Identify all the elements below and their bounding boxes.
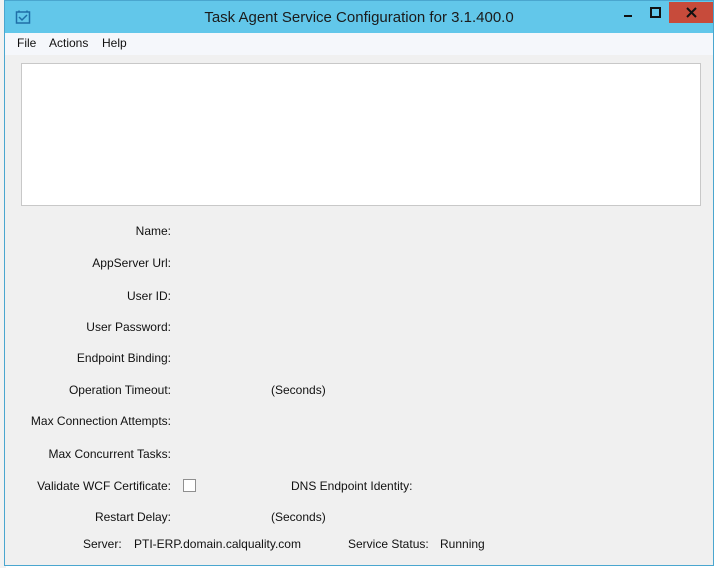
config-window: Task Agent Service Configuration for 3.1…	[4, 0, 714, 566]
menu-bar: File Actions Help	[5, 33, 713, 55]
service-status-value: Running	[440, 537, 485, 551]
user-password-label: User Password:	[86, 320, 171, 334]
user-id-label: User ID:	[126, 289, 171, 303]
appserver-url-label: AppServer Url:	[92, 256, 171, 270]
max-connection-attempts-label: Max Connection Attempts:	[30, 414, 171, 428]
operation-timeout-unit: (Seconds)	[271, 383, 326, 397]
maximize-icon	[649, 7, 661, 18]
name-label: Name:	[135, 224, 171, 238]
service-status-label: Service Status:	[348, 537, 429, 551]
menu-help[interactable]: Help	[100, 36, 129, 50]
menu-actions[interactable]: Actions	[47, 36, 90, 50]
operation-timeout-label: Operation Timeout:	[68, 383, 171, 397]
validate-wcf-certificate-label: Validate WCF Certificate:	[37, 479, 171, 493]
server-value: PTI-ERP.domain.calquality.com	[134, 537, 301, 551]
max-concurrent-tasks-label: Max Concurrent Tasks:	[48, 447, 172, 461]
close-button[interactable]	[669, 2, 713, 23]
menu-file[interactable]: File	[15, 36, 38, 50]
window-title: Task Agent Service Configuration for 3.1…	[204, 9, 514, 26]
server-label: Server:	[83, 537, 122, 551]
agents-list[interactable]	[21, 63, 701, 206]
close-icon	[685, 7, 697, 18]
minimize-icon	[624, 14, 632, 17]
restart-delay-label: Restart Delay:	[94, 510, 171, 524]
validate-wcf-certificate-checkbox[interactable]	[183, 479, 196, 492]
endpoint-binding-label: Endpoint Binding:	[76, 351, 171, 365]
minimize-button[interactable]	[615, 2, 641, 23]
title-bar[interactable]: Task Agent Service Configuration for 3.1…	[5, 1, 713, 33]
restart-delay-unit: (Seconds)	[271, 510, 326, 524]
dns-endpoint-identity-label: DNS Endpoint Identity:	[291, 479, 413, 493]
maximize-button[interactable]	[642, 2, 668, 23]
